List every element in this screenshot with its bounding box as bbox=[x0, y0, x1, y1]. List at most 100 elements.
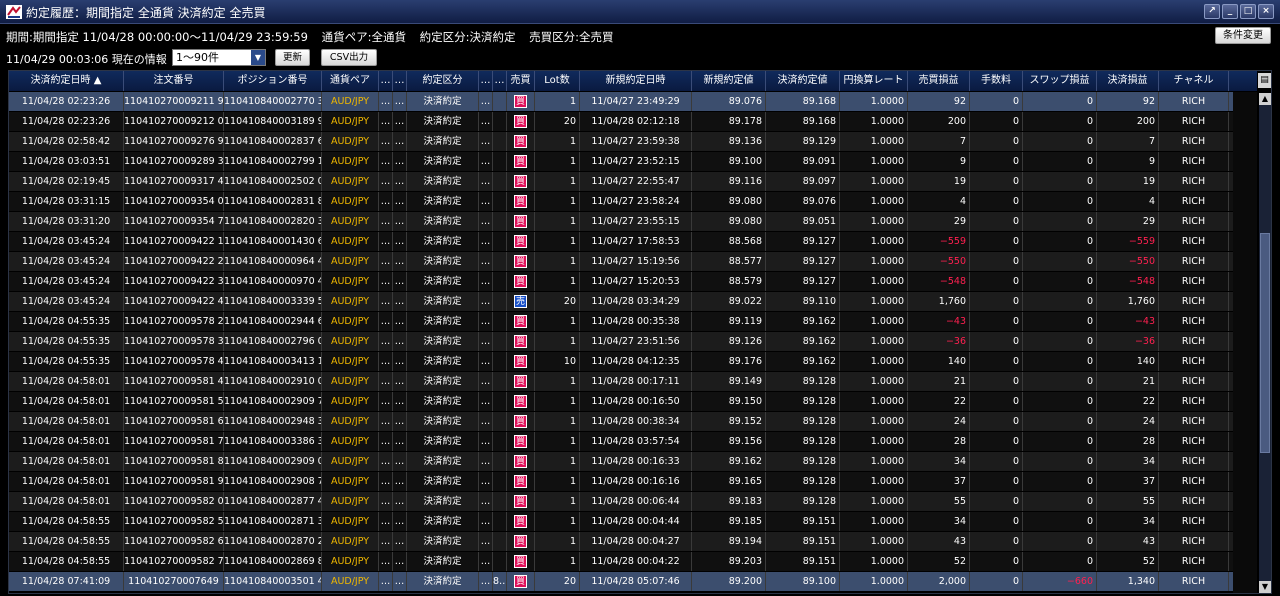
table-row[interactable]: 11/04/28 04:55:35 110410270009578 3 110410… bbox=[9, 332, 1233, 351]
column-header-fee[interactable]: 手数料 bbox=[970, 71, 1023, 91]
column-header-extra-3[interactable]: … bbox=[479, 71, 493, 91]
column-header-lot[interactable]: Lot数 bbox=[535, 71, 580, 91]
column-header-position-number[interactable]: ポジション番号 bbox=[224, 71, 322, 91]
refresh-button[interactable]: 更新 bbox=[275, 49, 310, 66]
cell-position-number: 110410840002837 6 bbox=[224, 132, 322, 151]
column-header-order-number[interactable]: 注文番号 bbox=[124, 71, 224, 91]
column-settings-icon[interactable]: ▤ bbox=[1258, 73, 1271, 88]
cell-fee: 0 bbox=[970, 572, 1023, 591]
cell-extra-2: … bbox=[393, 332, 407, 351]
column-header-net-pl[interactable]: 決済損益 bbox=[1097, 71, 1159, 91]
maximize-button[interactable]: □ bbox=[1240, 4, 1256, 19]
column-header-swap-pl[interactable]: スワップ損益 bbox=[1023, 71, 1097, 91]
cell-close-datetime: 11/04/28 03:31:20 bbox=[9, 212, 124, 231]
pin-button[interactable]: ↗ bbox=[1204, 4, 1220, 19]
buy-badge: 買 bbox=[514, 215, 527, 228]
buy-badge: 買 bbox=[514, 135, 527, 148]
cell-extra-2: … bbox=[393, 152, 407, 171]
cell-side: 買 bbox=[507, 92, 535, 111]
cell-position-number: 110410840002944 6 bbox=[224, 312, 322, 331]
table-row[interactable]: 11/04/28 03:31:15 110410270009354 0 110410… bbox=[9, 192, 1233, 211]
column-header-currency-pair[interactable]: 通貨ペア bbox=[322, 71, 379, 91]
column-header-open-datetime[interactable]: 新規約定日時 bbox=[580, 71, 692, 91]
cell-open-datetime: 11/04/27 23:49:29 bbox=[580, 92, 692, 111]
cell-trade-pl: 7 bbox=[908, 132, 970, 151]
column-header-trade-pl[interactable]: 売買損益 bbox=[908, 71, 970, 91]
table-row[interactable]: 11/04/28 03:45:24 110410270009422 4 110410… bbox=[9, 292, 1233, 311]
cell-trade-type: 決済約定 bbox=[407, 152, 479, 171]
cell-side: 買 bbox=[507, 412, 535, 431]
table-row[interactable]: 11/04/28 02:23:26 110410270009212 0 110410… bbox=[9, 112, 1233, 131]
table-row[interactable]: 11/04/28 02:23:26 110410270009211 9 110410… bbox=[9, 92, 1233, 111]
table-row[interactable]: 11/04/28 03:45:24 110410270009422 1 110410… bbox=[9, 232, 1233, 251]
chevron-down-icon[interactable]: ▼ bbox=[251, 50, 265, 65]
column-header-close-price[interactable]: 決済約定値 bbox=[766, 71, 840, 91]
table-row[interactable]: 11/04/28 03:31:20 110410270009354 7 110410… bbox=[9, 212, 1233, 231]
buy-badge: 買 bbox=[514, 175, 527, 188]
scroll-thumb[interactable] bbox=[1260, 233, 1270, 453]
cell-channel: RICH bbox=[1159, 532, 1229, 551]
cell-fee: 0 bbox=[970, 272, 1023, 291]
cell-order-number: 110410270009582 5 bbox=[124, 512, 224, 531]
scroll-up-icon[interactable]: ▲ bbox=[1259, 93, 1271, 105]
table-row[interactable]: 11/04/28 04:58:01 110410270009581 8 110410… bbox=[9, 452, 1233, 471]
table-row[interactable]: 11/04/28 04:58:01 110410270009581 7 110410… bbox=[9, 432, 1233, 451]
table-row[interactable]: 11/04/28 04:58:01 110410270009581 9 110410… bbox=[9, 472, 1233, 491]
table-row[interactable]: 11/04/28 03:03:51 110410270009289 3 110410… bbox=[9, 152, 1233, 171]
column-header-extra-4[interactable]: … bbox=[493, 71, 507, 91]
cell-extra-3: … bbox=[479, 232, 493, 251]
count-select[interactable]: 1～90件 ▼ bbox=[172, 49, 266, 66]
cell-jpy-rate: 1.0000 bbox=[840, 112, 908, 131]
cell-extra-4: 8… bbox=[493, 572, 507, 591]
cell-channel: RICH bbox=[1159, 332, 1229, 351]
cell-jpy-rate: 1.0000 bbox=[840, 252, 908, 271]
cell-lot: 1 bbox=[535, 412, 580, 431]
cell-trade-type: 決済約定 bbox=[407, 212, 479, 231]
table-row[interactable]: 11/04/28 02:58:42 110410270009276 9 110410… bbox=[9, 132, 1233, 151]
cell-lot: 1 bbox=[535, 172, 580, 191]
close-button[interactable]: × bbox=[1258, 4, 1274, 19]
cell-lot: 1 bbox=[535, 512, 580, 531]
table-row[interactable]: 11/04/28 03:45:24 110410270009422 2 110410… bbox=[9, 252, 1233, 271]
column-header-close-datetime[interactable]: 決済約定日時 ▲ bbox=[9, 71, 124, 91]
table-row[interactable]: 11/04/28 07:41:09 110410270007649 11041084… bbox=[9, 572, 1233, 591]
table-row[interactable]: 11/04/28 04:58:01 110410270009582 0 110410… bbox=[9, 492, 1233, 511]
buy-badge: 買 bbox=[514, 475, 527, 488]
cell-extra-2: … bbox=[393, 372, 407, 391]
buy-badge: 買 bbox=[514, 455, 527, 468]
column-header-trade-type[interactable]: 約定区分 bbox=[407, 71, 479, 91]
table-row[interactable]: 11/04/28 04:55:35 110410270009578 2 110410… bbox=[9, 312, 1233, 331]
table-row[interactable]: 11/04/28 04:58:55 110410270009582 5 110410… bbox=[9, 512, 1233, 531]
table-row[interactable]: 11/04/28 03:45:24 110410270009422 3 110410… bbox=[9, 272, 1233, 291]
cell-lot: 1 bbox=[535, 232, 580, 251]
table-row[interactable]: 11/04/28 04:58:01 110410270009581 5 110410… bbox=[9, 392, 1233, 411]
table-row[interactable]: 11/04/28 02:19:45 110410270009317 4 110410… bbox=[9, 172, 1233, 191]
cell-open-price: 89.178 bbox=[692, 112, 766, 131]
table-row[interactable]: 11/04/28 04:55:35 110410270009578 4 110410… bbox=[9, 352, 1233, 371]
column-header-extra-2[interactable]: … bbox=[393, 71, 407, 91]
cell-trade-type: 決済約定 bbox=[407, 252, 479, 271]
table-row[interactable]: 11/04/28 04:58:55 110410270009582 6 110410… bbox=[9, 532, 1233, 551]
column-header-extra-1[interactable]: … bbox=[379, 71, 393, 91]
cell-order-number: 110410270009211 9 bbox=[124, 92, 224, 111]
cell-extra-4 bbox=[493, 112, 507, 131]
cell-side: 買 bbox=[507, 172, 535, 191]
column-header-open-price[interactable]: 新規約定値 bbox=[692, 71, 766, 91]
csv-export-button[interactable]: CSV出力 bbox=[321, 49, 377, 66]
minimize-button[interactable]: _ bbox=[1222, 4, 1238, 19]
table-row[interactable]: 11/04/28 04:58:01 110410270009581 6 110410… bbox=[9, 412, 1233, 431]
column-header-side[interactable]: 売買 bbox=[507, 71, 535, 91]
cell-currency-pair: AUD/JPY bbox=[322, 352, 379, 371]
table-row[interactable]: 11/04/28 04:58:55 110410270009582 7 110410… bbox=[9, 552, 1233, 571]
table-row[interactable]: 11/04/28 04:58:01 110410270009581 4 110410… bbox=[9, 372, 1233, 391]
cell-trade-type: 決済約定 bbox=[407, 432, 479, 451]
vertical-scrollbar[interactable]: ▲ ▼ bbox=[1259, 93, 1271, 593]
cell-open-datetime: 11/04/28 00:17:11 bbox=[580, 372, 692, 391]
cell-channel: RICH bbox=[1159, 472, 1229, 491]
change-conditions-button[interactable]: 条件変更 bbox=[1215, 27, 1271, 44]
cell-channel: RICH bbox=[1159, 152, 1229, 171]
column-header-jpy-rate[interactable]: 円換算レート bbox=[840, 71, 908, 91]
cell-channel: RICH bbox=[1159, 412, 1229, 431]
scroll-down-icon[interactable]: ▼ bbox=[1259, 581, 1271, 593]
column-header-channel[interactable]: チャネル bbox=[1159, 71, 1229, 91]
